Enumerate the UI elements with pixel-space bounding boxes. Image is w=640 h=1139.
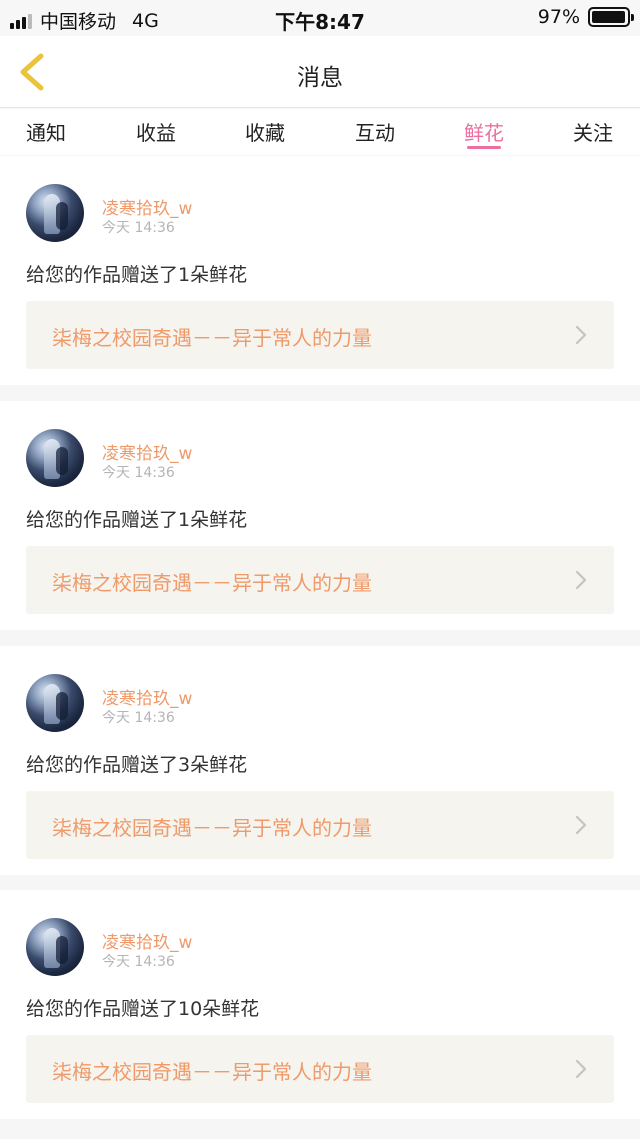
work-link[interactable]: 柒梅之校园奇遇－－异于常人的力量 <box>26 546 614 614</box>
avatar[interactable] <box>26 918 84 976</box>
tab-notifications[interactable]: 通知 <box>26 117 66 146</box>
timestamp: 今天 14:36 <box>102 954 175 970</box>
chevron-right-icon <box>575 815 587 835</box>
avatar[interactable] <box>26 674 84 732</box>
tab-interactions[interactable]: 互动 <box>355 117 395 146</box>
work-link[interactable]: 柒梅之校园奇遇－－异于常人的力量 <box>26 1035 614 1103</box>
timestamp: 今天 14:36 <box>102 220 175 236</box>
username[interactable]: 凌寒拾玖_w <box>102 439 192 464</box>
message-card: 凌寒拾玖_w 今天 14:36 给您的作品赠送了1朵鲜花 柒梅之校园奇遇－－异于… <box>0 401 640 630</box>
timestamp: 今天 14:36 <box>102 465 175 481</box>
work-title: 柒梅之校园奇遇－－异于常人的力量 <box>52 571 372 595</box>
username[interactable]: 凌寒拾玖_w <box>102 194 192 219</box>
username[interactable]: 凌寒拾玖_w <box>102 928 192 953</box>
username[interactable]: 凌寒拾玖_w <box>102 684 192 709</box>
tab-earnings[interactable]: 收益 <box>136 117 176 146</box>
message-text: 给您的作品赠送了3朵鲜花 <box>26 754 248 776</box>
nav-bar: 消息 <box>0 36 640 108</box>
work-title: 柒梅之校园奇遇－－异于常人的力量 <box>52 816 372 840</box>
work-link[interactable]: 柒梅之校园奇遇－－异于常人的力量 <box>26 301 614 369</box>
timestamp: 今天 14:36 <box>102 710 175 726</box>
battery-icon <box>588 7 634 27</box>
message-card: 凌寒拾玖_w 今天 14:36 给您的作品赠送了10朵鲜花 柒梅之校园奇遇－－异… <box>0 890 640 1119</box>
tab-flowers[interactable]: 鲜花 <box>464 117 504 146</box>
chevron-right-icon <box>575 1059 587 1079</box>
message-text: 给您的作品赠送了10朵鲜花 <box>26 998 260 1020</box>
status-bar: 中国移动 4G 下午8:47 97% <box>0 0 640 36</box>
status-right: 97% <box>537 6 634 28</box>
active-tab-indicator <box>467 146 501 149</box>
avatar[interactable] <box>26 429 84 487</box>
message-card: 凌寒拾玖_w 今天 14:36 给您的作品赠送了3朵鲜花 柒梅之校园奇遇－－异于… <box>0 646 640 875</box>
chevron-right-icon <box>575 325 587 345</box>
avatar[interactable] <box>26 184 84 242</box>
battery-percent: 97% <box>537 6 580 28</box>
tab-bar: 通知 收益 收藏 互动 鲜花 关注 <box>0 109 640 155</box>
chevron-right-icon <box>575 570 587 590</box>
message-card: 凌寒拾玖_w 今天 14:36 给您的作品赠送了1朵鲜花 柒梅之校园奇遇－－异于… <box>0 156 640 385</box>
work-title: 柒梅之校园奇遇－－异于常人的力量 <box>52 1060 372 1084</box>
message-text: 给您的作品赠送了1朵鲜花 <box>26 264 248 286</box>
work-title: 柒梅之校园奇遇－－异于常人的力量 <box>52 326 372 350</box>
tab-follows[interactable]: 关注 <box>573 117 613 146</box>
tab-favorites[interactable]: 收藏 <box>245 117 285 146</box>
page-title-text: 消息 <box>297 65 343 91</box>
message-text: 给您的作品赠送了1朵鲜花 <box>26 509 248 531</box>
page-title: 消息 <box>0 58 640 92</box>
work-link[interactable]: 柒梅之校园奇遇－－异于常人的力量 <box>26 791 614 859</box>
